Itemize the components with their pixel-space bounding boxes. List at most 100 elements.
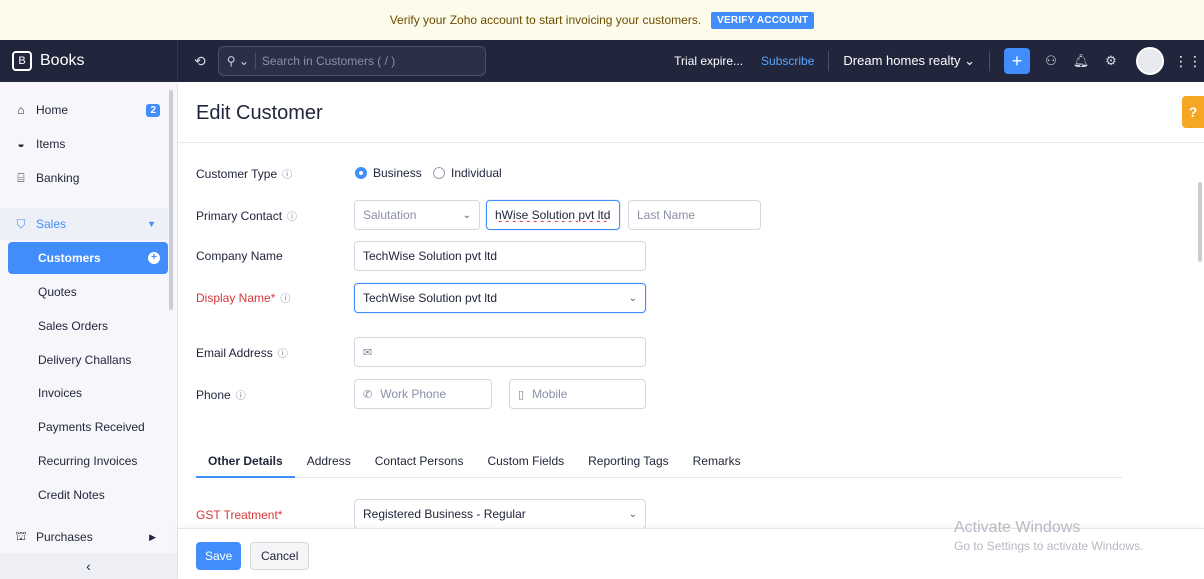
label-text: Customer Type <box>196 166 278 181</box>
main-content: Edit Customer ? Customer Type ⓘ Business… <box>178 82 1204 579</box>
label-text: Primary Contact <box>196 208 283 223</box>
company-name-label: Company Name <box>196 249 283 263</box>
tab-reporting-tags[interactable]: Reporting Tags <box>576 450 681 478</box>
label-text: Phone <box>196 387 231 402</box>
search-divider <box>254 53 256 69</box>
sidebar-item-home[interactable]: ⌂ Home 2 <box>0 94 168 126</box>
tab-custom-fields[interactable]: Custom Fields <box>475 450 576 478</box>
sidebar-item-invoices[interactable]: Invoices <box>8 377 168 409</box>
salutation-select[interactable]: Salutation ⌄ <box>354 200 480 230</box>
label-text: GST Treatment* <box>196 508 283 522</box>
info-icon[interactable]: ⓘ <box>287 208 297 223</box>
input-placeholder: Work Phone <box>380 387 447 401</box>
phone-icon: ✆ <box>363 388 373 401</box>
users-icon[interactable]: ⚇ <box>1036 53 1066 69</box>
chevron-down-icon: ⌄ <box>628 508 637 520</box>
watermark-subtitle: Go to Settings to activate Windows. <box>954 539 1144 553</box>
select-value: TechWise Solution pvt ltd <box>363 291 498 305</box>
avatar[interactable] <box>1136 47 1164 75</box>
books-logo-icon: B <box>12 51 32 71</box>
select-value: Salutation <box>363 208 417 222</box>
first-name-input[interactable]: hWise Solution pvt ltd <box>486 200 620 230</box>
save-button[interactable]: Save <box>196 542 242 570</box>
radio-label: Business <box>373 166 422 180</box>
history-icon[interactable]: ⟲ <box>194 53 206 70</box>
sidebar-item-sales-orders[interactable]: Sales Orders <box>8 310 168 342</box>
info-icon[interactable]: ⓘ <box>280 290 290 305</box>
sidebar-item-label: Purchases <box>36 530 93 544</box>
quick-create-button[interactable]: + <box>1004 48 1030 74</box>
select-value: Registered Business - Regular <box>363 507 526 521</box>
bag-icon: ⛫ <box>15 529 27 543</box>
org-name: Dream homes realty <box>843 53 961 68</box>
org-switcher[interactable]: Dream homes realty ⌄ <box>843 53 975 69</box>
home-icon: ⌂ <box>17 103 25 117</box>
customer-type-label: Customer Type ⓘ <box>196 166 292 182</box>
main-scrollbar[interactable] <box>1198 182 1202 262</box>
subscribe-link[interactable]: Subscribe <box>761 54 814 68</box>
chevron-down-icon: ⌄ <box>628 292 637 304</box>
work-phone-input[interactable]: ✆ Work Phone <box>354 379 492 409</box>
email-label: Email Address ⓘ <box>196 345 288 361</box>
sidebar-item-quotes[interactable]: Quotes <box>8 276 168 308</box>
input-placeholder: Last Name <box>637 208 696 222</box>
radio-individual[interactable]: Individual <box>433 166 502 180</box>
mobile-icon: ▯ <box>518 388 525 401</box>
company-name-input[interactable]: TechWise Solution pvt ltd <box>354 241 646 271</box>
info-icon[interactable]: ⓘ <box>278 345 288 360</box>
verify-banner: Verify your Zoho account to start invoic… <box>0 0 1204 40</box>
help-button[interactable]: ? <box>1182 96 1204 128</box>
chevron-down-icon: ⌄ <box>462 209 471 221</box>
sidebar-item-credit-notes[interactable]: Credit Notes <box>8 479 168 511</box>
phone-label: Phone ⓘ <box>196 387 246 403</box>
info-icon[interactable]: ⓘ <box>236 387 246 402</box>
sidebar-item-banking[interactable]: ⌸ Banking <box>0 162 168 194</box>
windows-activation-watermark: Activate Windows Go to Settings to activ… <box>954 519 1143 553</box>
search-icon[interactable]: ⚲ ⌄ <box>227 54 249 68</box>
apps-grid-icon[interactable]: ⋮⋮⋮ <box>1174 53 1204 70</box>
info-icon[interactable]: ⓘ <box>282 166 292 181</box>
divider <box>989 51 990 71</box>
sidebar-item-purchases[interactable]: ⛫ Purchases ▶ <box>0 521 168 553</box>
radio-unselected-icon <box>433 167 445 179</box>
gst-treatment-label: GST Treatment* <box>196 508 282 522</box>
cancel-button[interactable]: Cancel <box>250 542 310 570</box>
label-text: Email Address <box>196 345 273 360</box>
sidebar-item-label: Customers <box>38 251 101 265</box>
email-input[interactable]: ✉ <box>354 337 646 367</box>
bell-icon[interactable]: 🔔︎ <box>1066 53 1096 69</box>
detail-tabs: Other Details Address Contact Persons Cu… <box>196 450 1122 478</box>
verify-account-button[interactable]: VERIFY ACCOUNT <box>711 11 815 29</box>
add-customer-icon[interactable]: + <box>148 252 160 264</box>
sidebar-item-sales[interactable]: ⛉ Sales ▼ <box>0 208 168 240</box>
gst-treatment-select[interactable]: Registered Business - Regular ⌄ <box>354 499 646 529</box>
tab-contact-persons[interactable]: Contact Persons <box>363 450 476 478</box>
sidebar-scrollbar[interactable] <box>169 90 173 310</box>
label-text: Company Name <box>196 249 283 263</box>
sidebar-item-payments-received[interactable]: Payments Received <box>8 411 168 443</box>
gear-icon[interactable]: ⚙ <box>1096 53 1126 69</box>
global-search: ⚲ ⌄ <box>217 46 486 76</box>
notification-badge: 2 <box>146 103 160 117</box>
page-title: Edit Customer <box>196 102 323 124</box>
search-input[interactable] <box>261 54 462 68</box>
banner-message: Verify your Zoho account to start invoic… <box>389 13 702 27</box>
sidebar-item-items[interactable]: ◒ Items <box>0 128 168 160</box>
radio-selected-icon <box>355 167 367 179</box>
tab-remarks[interactable]: Remarks <box>681 450 753 478</box>
last-name-input[interactable]: Last Name <box>628 200 761 230</box>
collapse-sidebar-button[interactable]: ‹ <box>0 553 177 579</box>
sidebar: ⌂ Home 2 ◒ Items ⌸ Banking ⛉ Sales ▼ Cus… <box>0 82 178 579</box>
tab-other-details[interactable]: Other Details <box>196 450 295 478</box>
sidebar-item-customers[interactable]: Customers + <box>8 242 168 274</box>
input-placeholder: Mobile <box>532 387 568 401</box>
sidebar-item-delivery-challans[interactable]: Delivery Challans <box>8 344 168 376</box>
mobile-input[interactable]: ▯ Mobile <box>509 379 646 409</box>
radio-business[interactable]: Business <box>355 166 422 180</box>
brand[interactable]: B Books <box>0 40 178 82</box>
watermark-title: Activate Windows <box>954 519 1081 536</box>
sidebar-item-recurring-invoices[interactable]: Recurring Invoices <box>8 445 168 477</box>
tab-address[interactable]: Address <box>295 450 363 478</box>
display-name-select[interactable]: TechWise Solution pvt ltd ⌄ <box>354 283 646 313</box>
caret-down-icon: ▼ <box>147 219 156 229</box>
